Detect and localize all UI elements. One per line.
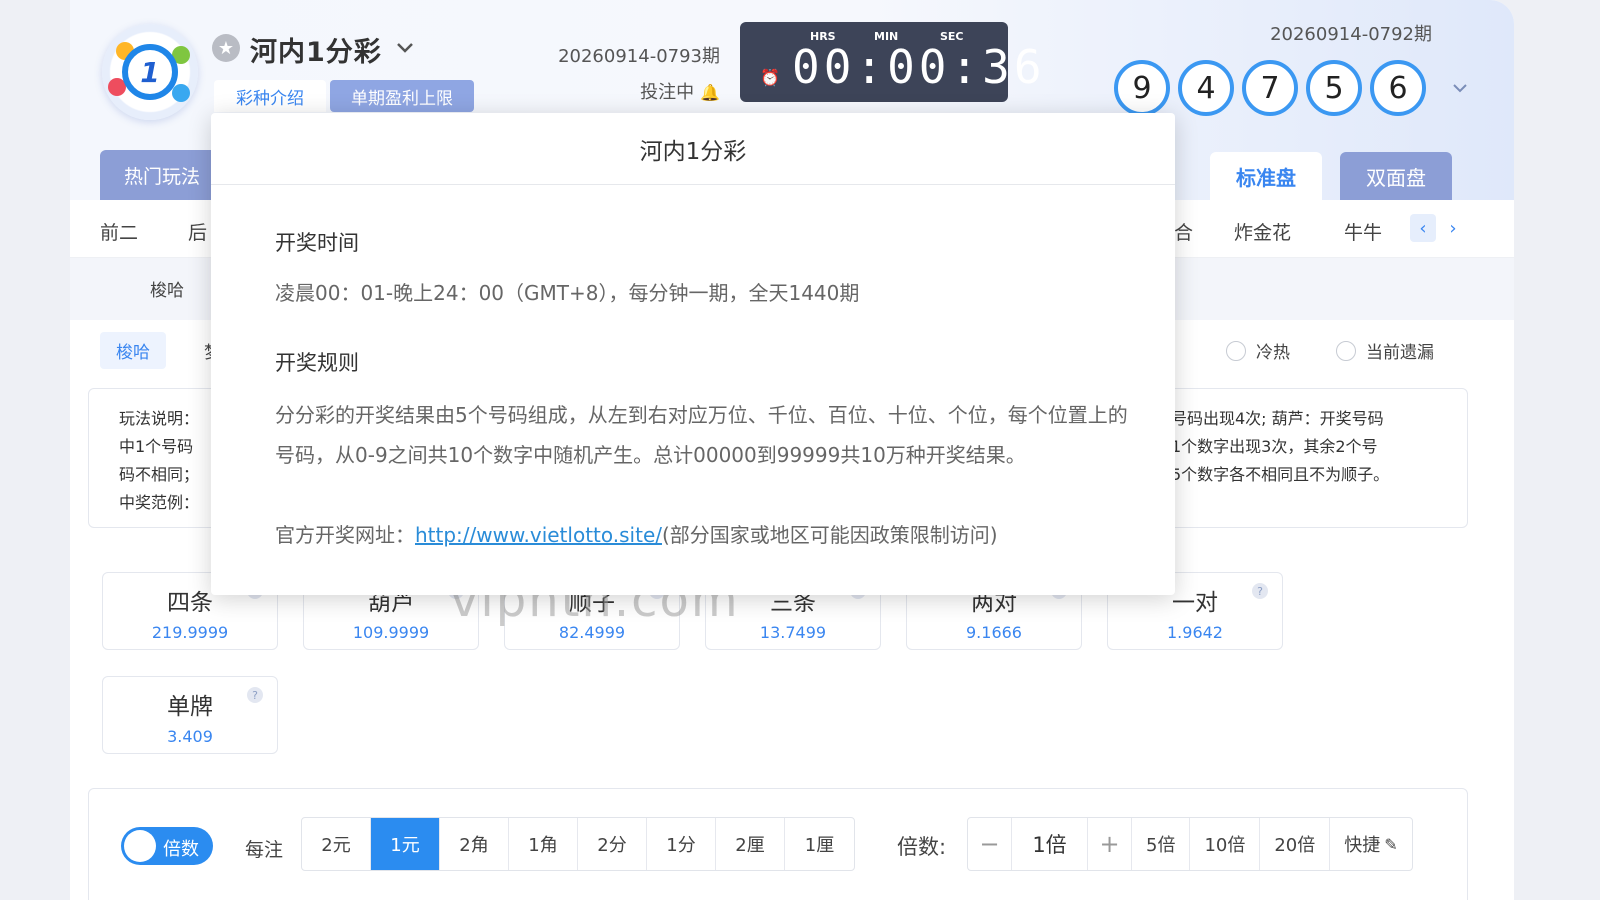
bell-icon: 🔔 — [700, 83, 720, 102]
description-left: 玩法说明： 中1个号码 码不相同； 中奖范例： — [119, 405, 199, 517]
bet-settings-panel: 倍数 每注 2元 1元 2角 1角 2分 1分 2厘 1厘 倍数: − 1倍 +… — [88, 788, 1468, 900]
logo-ball-icon — [172, 84, 190, 102]
radio-current-missing[interactable]: 当前遗漏 — [1336, 338, 1434, 363]
bet-odds: 9.1666 — [966, 623, 1022, 642]
countdown-timer: HRS MIN SEC ⏰ 00:00:36 — [740, 22, 1042, 102]
unit-button[interactable]: 1厘 — [785, 818, 854, 870]
shortcut-button[interactable]: 快捷 ✎ — [1330, 818, 1411, 870]
current-issue: 20260914-0793期 — [558, 46, 720, 67]
bet-odds: 3.409 — [167, 727, 213, 746]
description-line: 玩法说明： — [119, 409, 200, 428]
popup-official-site: 官方开奖网址：http://www.vietlotto.site/(部分国家或地… — [275, 515, 1135, 555]
chevron-left-icon[interactable]: ‹ — [1410, 214, 1436, 242]
nav-item-back[interactable]: 后 — [188, 218, 207, 245]
preset-button[interactable]: 10倍 — [1190, 818, 1261, 870]
site-label: 官方开奖网址： — [275, 523, 415, 547]
result-balls: 9 4 7 5 6 — [1114, 60, 1426, 116]
description-line: 5个数字各不相同且不为顺子。 — [1171, 465, 1390, 484]
alarm-icon: ⏰ — [760, 68, 780, 87]
unit-button[interactable]: 1分 — [647, 818, 716, 870]
result-ball: 4 — [1178, 60, 1234, 116]
bet-option-high-card[interactable]: 单牌 3.409 ? — [102, 676, 278, 754]
description-line: 1个数字出现3次，其余2个号 — [1171, 437, 1378, 456]
edit-icon: ✎ — [1384, 834, 1398, 854]
chevron-down-icon[interactable] — [394, 36, 416, 58]
bet-odds: 1.9642 — [1167, 623, 1223, 642]
unit-label: 每注 — [245, 839, 284, 861]
minus-icon[interactable]: − — [968, 818, 1012, 870]
popup-section-draw-rules: 开奖规则 — [275, 351, 359, 375]
unit-button-active[interactable]: 1元 — [371, 818, 440, 870]
lottery-title[interactable]: 河内1分彩 — [250, 30, 382, 69]
sub-item-suoha[interactable]: 梭哈 — [150, 276, 184, 301]
lottery-intro-popup: 河内1分彩 开奖时间 凌晨00：01-晚上24：00（GMT+8），每分钟一期，… — [211, 113, 1175, 595]
multiplier-stepper: − 1倍 + 5倍 10倍 20倍 快捷 ✎ — [967, 817, 1413, 871]
description-line: 号码出现4次; 葫芦：开奖号码 — [1171, 409, 1384, 428]
radio-circle[interactable] — [1336, 340, 1356, 361]
nav-item-zhajinhua[interactable]: 炸金花 — [1234, 218, 1291, 245]
nav-item-front-two[interactable]: 前二 — [100, 218, 138, 245]
nav-item-niuniu[interactable]: 牛牛 — [1344, 218, 1382, 245]
betting-status: 投注中 🔔 — [540, 78, 720, 104]
chevron-right-icon[interactable]: › — [1440, 214, 1466, 242]
description-line: 中1个号码 — [119, 437, 194, 456]
result-ball: 7 — [1242, 60, 1298, 116]
multiplier-input[interactable]: 1倍 — [1012, 818, 1088, 870]
popup-section-draw-time: 开奖时间 — [275, 231, 359, 255]
result-ball: 9 — [1114, 60, 1170, 116]
tab-double-sided[interactable]: 双面盘 — [1340, 152, 1452, 200]
tab-hot-plays[interactable]: 热门玩法 — [100, 150, 220, 200]
popup-title: 河内1分彩 — [211, 113, 1175, 185]
unit-button[interactable]: 1角 — [509, 818, 578, 870]
site-note: (部分国家或地区可能因政策限制访问) — [661, 523, 998, 547]
popup-draw-time-text: 凌晨00：01-晚上24：00（GMT+8），每分钟一期，全天1440期 — [275, 281, 860, 305]
multiplier-label: 倍数: — [897, 835, 947, 859]
unit-selector: 2元 1元 2角 1角 2分 1分 2厘 1厘 — [301, 817, 855, 871]
status-text: 投注中 — [640, 82, 695, 103]
shortcut-label: 快捷 — [1344, 835, 1381, 856]
radio-label: 冷热 — [1256, 343, 1290, 363]
popup-draw-rules-text: 分分彩的开奖结果由5个号码组成，从左到右对应万位、千位、百位、十位、个位，每个位… — [275, 403, 1128, 467]
bet-odds: 219.9999 — [151, 623, 229, 642]
description-right: 号码出现4次; 葫芦：开奖号码 1个数字出现3次，其余2个号 5个数字各不相同且… — [1171, 405, 1461, 489]
radio-label: 当前遗漏 — [1366, 343, 1434, 363]
description-line: 中奖范例： — [119, 493, 200, 512]
timer-value: 00:00:36 — [792, 40, 1046, 94]
clock-icon: 1 — [122, 44, 178, 100]
radio-hot-cold[interactable]: 冷热 — [1226, 338, 1290, 363]
chevron-down-icon[interactable] — [1450, 78, 1470, 98]
previous-issue: 20260914-0792期 — [1270, 24, 1432, 45]
unit-button[interactable]: 2厘 — [716, 818, 785, 870]
toggle-knob — [124, 830, 156, 862]
unit-button[interactable]: 2角 — [440, 818, 509, 870]
result-ball: 6 — [1370, 60, 1426, 116]
description-line: 码不相同； — [119, 465, 200, 484]
favorite-star-icon[interactable]: ★ — [212, 34, 240, 62]
unit-button[interactable]: 2分 — [578, 818, 647, 870]
lottery-logo: 1 — [102, 24, 198, 120]
unit-button[interactable]: 2元 — [302, 818, 371, 870]
nav-item-combo[interactable]: 合 — [1174, 218, 1193, 245]
tab-standard[interactable]: 标准盘 — [1210, 152, 1322, 200]
radio-circle[interactable] — [1226, 340, 1246, 361]
toggle-label: 倍数 — [163, 839, 199, 860]
tab-lottery-intro[interactable]: 彩种介绍 — [214, 80, 326, 112]
help-icon[interactable]: ? — [247, 687, 263, 703]
official-site-link[interactable]: http://www.vietlotto.site/ — [415, 523, 662, 547]
play-pill-suoha[interactable]: 梭哈 — [100, 332, 166, 369]
help-icon[interactable]: ? — [1252, 583, 1268, 599]
profit-limit-button[interactable]: 单期盈利上限 — [330, 80, 474, 112]
preset-button[interactable]: 20倍 — [1260, 818, 1331, 870]
preset-button[interactable]: 5倍 — [1132, 818, 1191, 870]
plus-icon[interactable]: + — [1088, 818, 1132, 870]
multiplier-toggle[interactable]: 倍数 — [121, 827, 213, 865]
result-ball: 5 — [1306, 60, 1362, 116]
